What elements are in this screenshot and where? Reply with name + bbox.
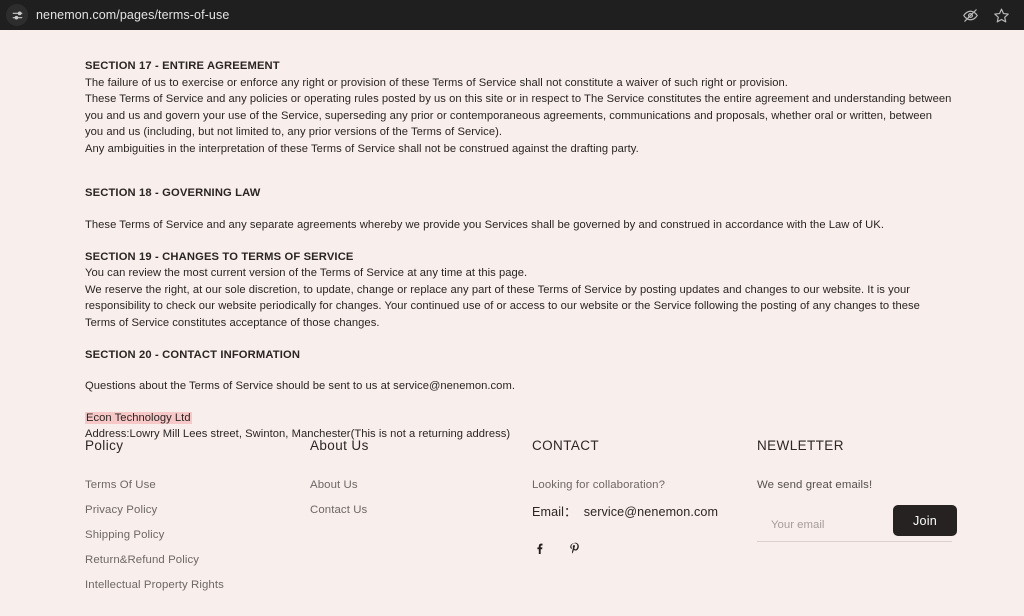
footer-heading-contact: CONTACT	[532, 438, 600, 453]
address-bar-url[interactable]: nenemon.com/pages/terms-of-use	[36, 8, 962, 22]
page-viewport: SECTION 17 - ENTIRE AGREEMENT The failur…	[0, 30, 1024, 616]
section-paragraph: We reserve the right, at our sole discre…	[85, 283, 920, 329]
section-paragraph: These Terms of Service and any policies …	[85, 93, 952, 139]
newsletter-subtitle: We send great emails!	[757, 479, 873, 491]
section-17: SECTION 17 - ENTIRE AGREEMENT The failur…	[85, 58, 952, 157]
section-paragraph: Any ambiguities in the interpretation of…	[85, 142, 639, 155]
newsletter-join-button[interactable]: Join	[893, 505, 957, 536]
contact-email-address[interactable]: service@nenemon.com	[584, 505, 718, 519]
footer-link-return-refund-policy[interactable]: Return&Refund Policy	[85, 554, 310, 566]
footer-link-shipping-policy[interactable]: Shipping Policy	[85, 529, 310, 541]
section-18: SECTION 18 - GOVERNING LAW These Terms o…	[85, 185, 952, 233]
footer-heading-newsletter: NEWLETTER	[757, 438, 844, 453]
facebook-icon[interactable]	[532, 540, 548, 556]
section-heading: SECTION 20 - CONTACT INFORMATION	[85, 348, 301, 361]
social-links	[532, 540, 757, 556]
browser-toolbar: nenemon.com/pages/terms-of-use	[0, 0, 1024, 30]
star-icon[interactable]	[993, 7, 1010, 24]
contact-email-row: Email： service@nenemon.com	[532, 501, 757, 520]
footer-heading-about: About Us	[310, 438, 369, 453]
footer-link-terms-of-use[interactable]: Terms Of Use	[85, 479, 310, 491]
section-heading: SECTION 17 - ENTIRE AGREEMENT	[85, 60, 280, 72]
section-paragraph: These Terms of Service and any separate …	[85, 219, 884, 232]
collaboration-tagline: Looking for collaboration?	[532, 479, 666, 491]
footer-link-contact-us[interactable]: Contact Us	[310, 504, 532, 516]
footer-heading-policy: Policy	[85, 438, 124, 453]
footer-column-contact: CONTACT Looking for collaboration? Email…	[532, 438, 757, 604]
company-name-line: Econ Technology Ltd	[85, 410, 952, 427]
company-name-selection: Econ Technology Ltd	[85, 411, 192, 424]
section-heading: SECTION 18 - GOVERNING LAW	[85, 187, 261, 200]
footer-link-about-us[interactable]: About Us	[310, 479, 532, 491]
section-heading: SECTION 19 - CHANGES TO TERMS OF SERVICE	[85, 250, 354, 263]
section-paragraph: You can review the most current version …	[85, 267, 528, 280]
footer-column-about: About Us About Us Contact Us	[310, 438, 532, 604]
newsletter-form: Join	[757, 505, 957, 542]
eye-slash-icon[interactable]	[962, 7, 979, 24]
footer-link-privacy-policy[interactable]: Privacy Policy	[85, 504, 310, 516]
footer-column-newsletter: NEWLETTER We send great emails! Join	[757, 438, 972, 604]
section-paragraph: Questions about the Terms of Service sho…	[85, 380, 515, 393]
footer-link-intellectual-property-rights[interactable]: Intellectual Property Rights	[85, 579, 310, 591]
footer-column-policy: Policy Terms Of Use Privacy Policy Shipp…	[85, 438, 310, 604]
page-settings-icon[interactable]	[6, 4, 28, 26]
section-paragraph: The failure of us to exercise or enforce…	[85, 76, 788, 89]
toolbar-actions	[962, 7, 1014, 24]
site-footer: Policy Terms Of Use Privacy Policy Shipp…	[0, 438, 1024, 604]
email-label: Email：	[532, 505, 577, 519]
section-20: SECTION 20 - CONTACT INFORMATION Questio…	[85, 347, 952, 395]
section-19: SECTION 19 - CHANGES TO TERMS OF SERVICE…	[85, 249, 952, 332]
terms-of-use-content: SECTION 17 - ENTIRE AGREEMENT The failur…	[0, 30, 1024, 443]
pinterest-icon[interactable]	[566, 540, 582, 556]
